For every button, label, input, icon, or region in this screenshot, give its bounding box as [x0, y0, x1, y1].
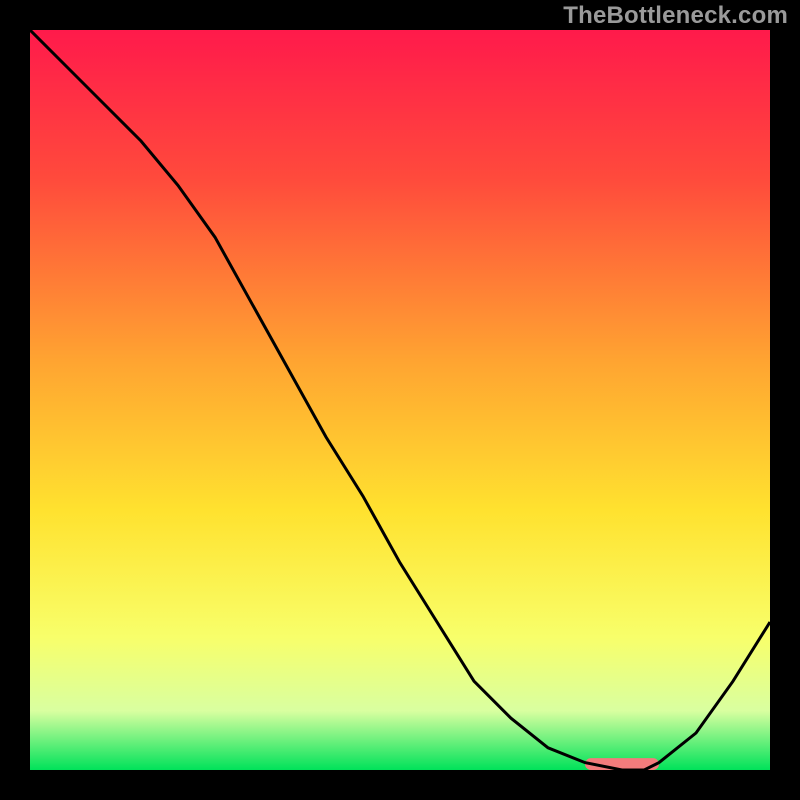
chart-svg	[30, 30, 770, 770]
chart-frame: TheBottleneck.com	[0, 0, 800, 800]
plot-area	[30, 30, 770, 770]
watermark-label: TheBottleneck.com	[563, 2, 788, 30]
